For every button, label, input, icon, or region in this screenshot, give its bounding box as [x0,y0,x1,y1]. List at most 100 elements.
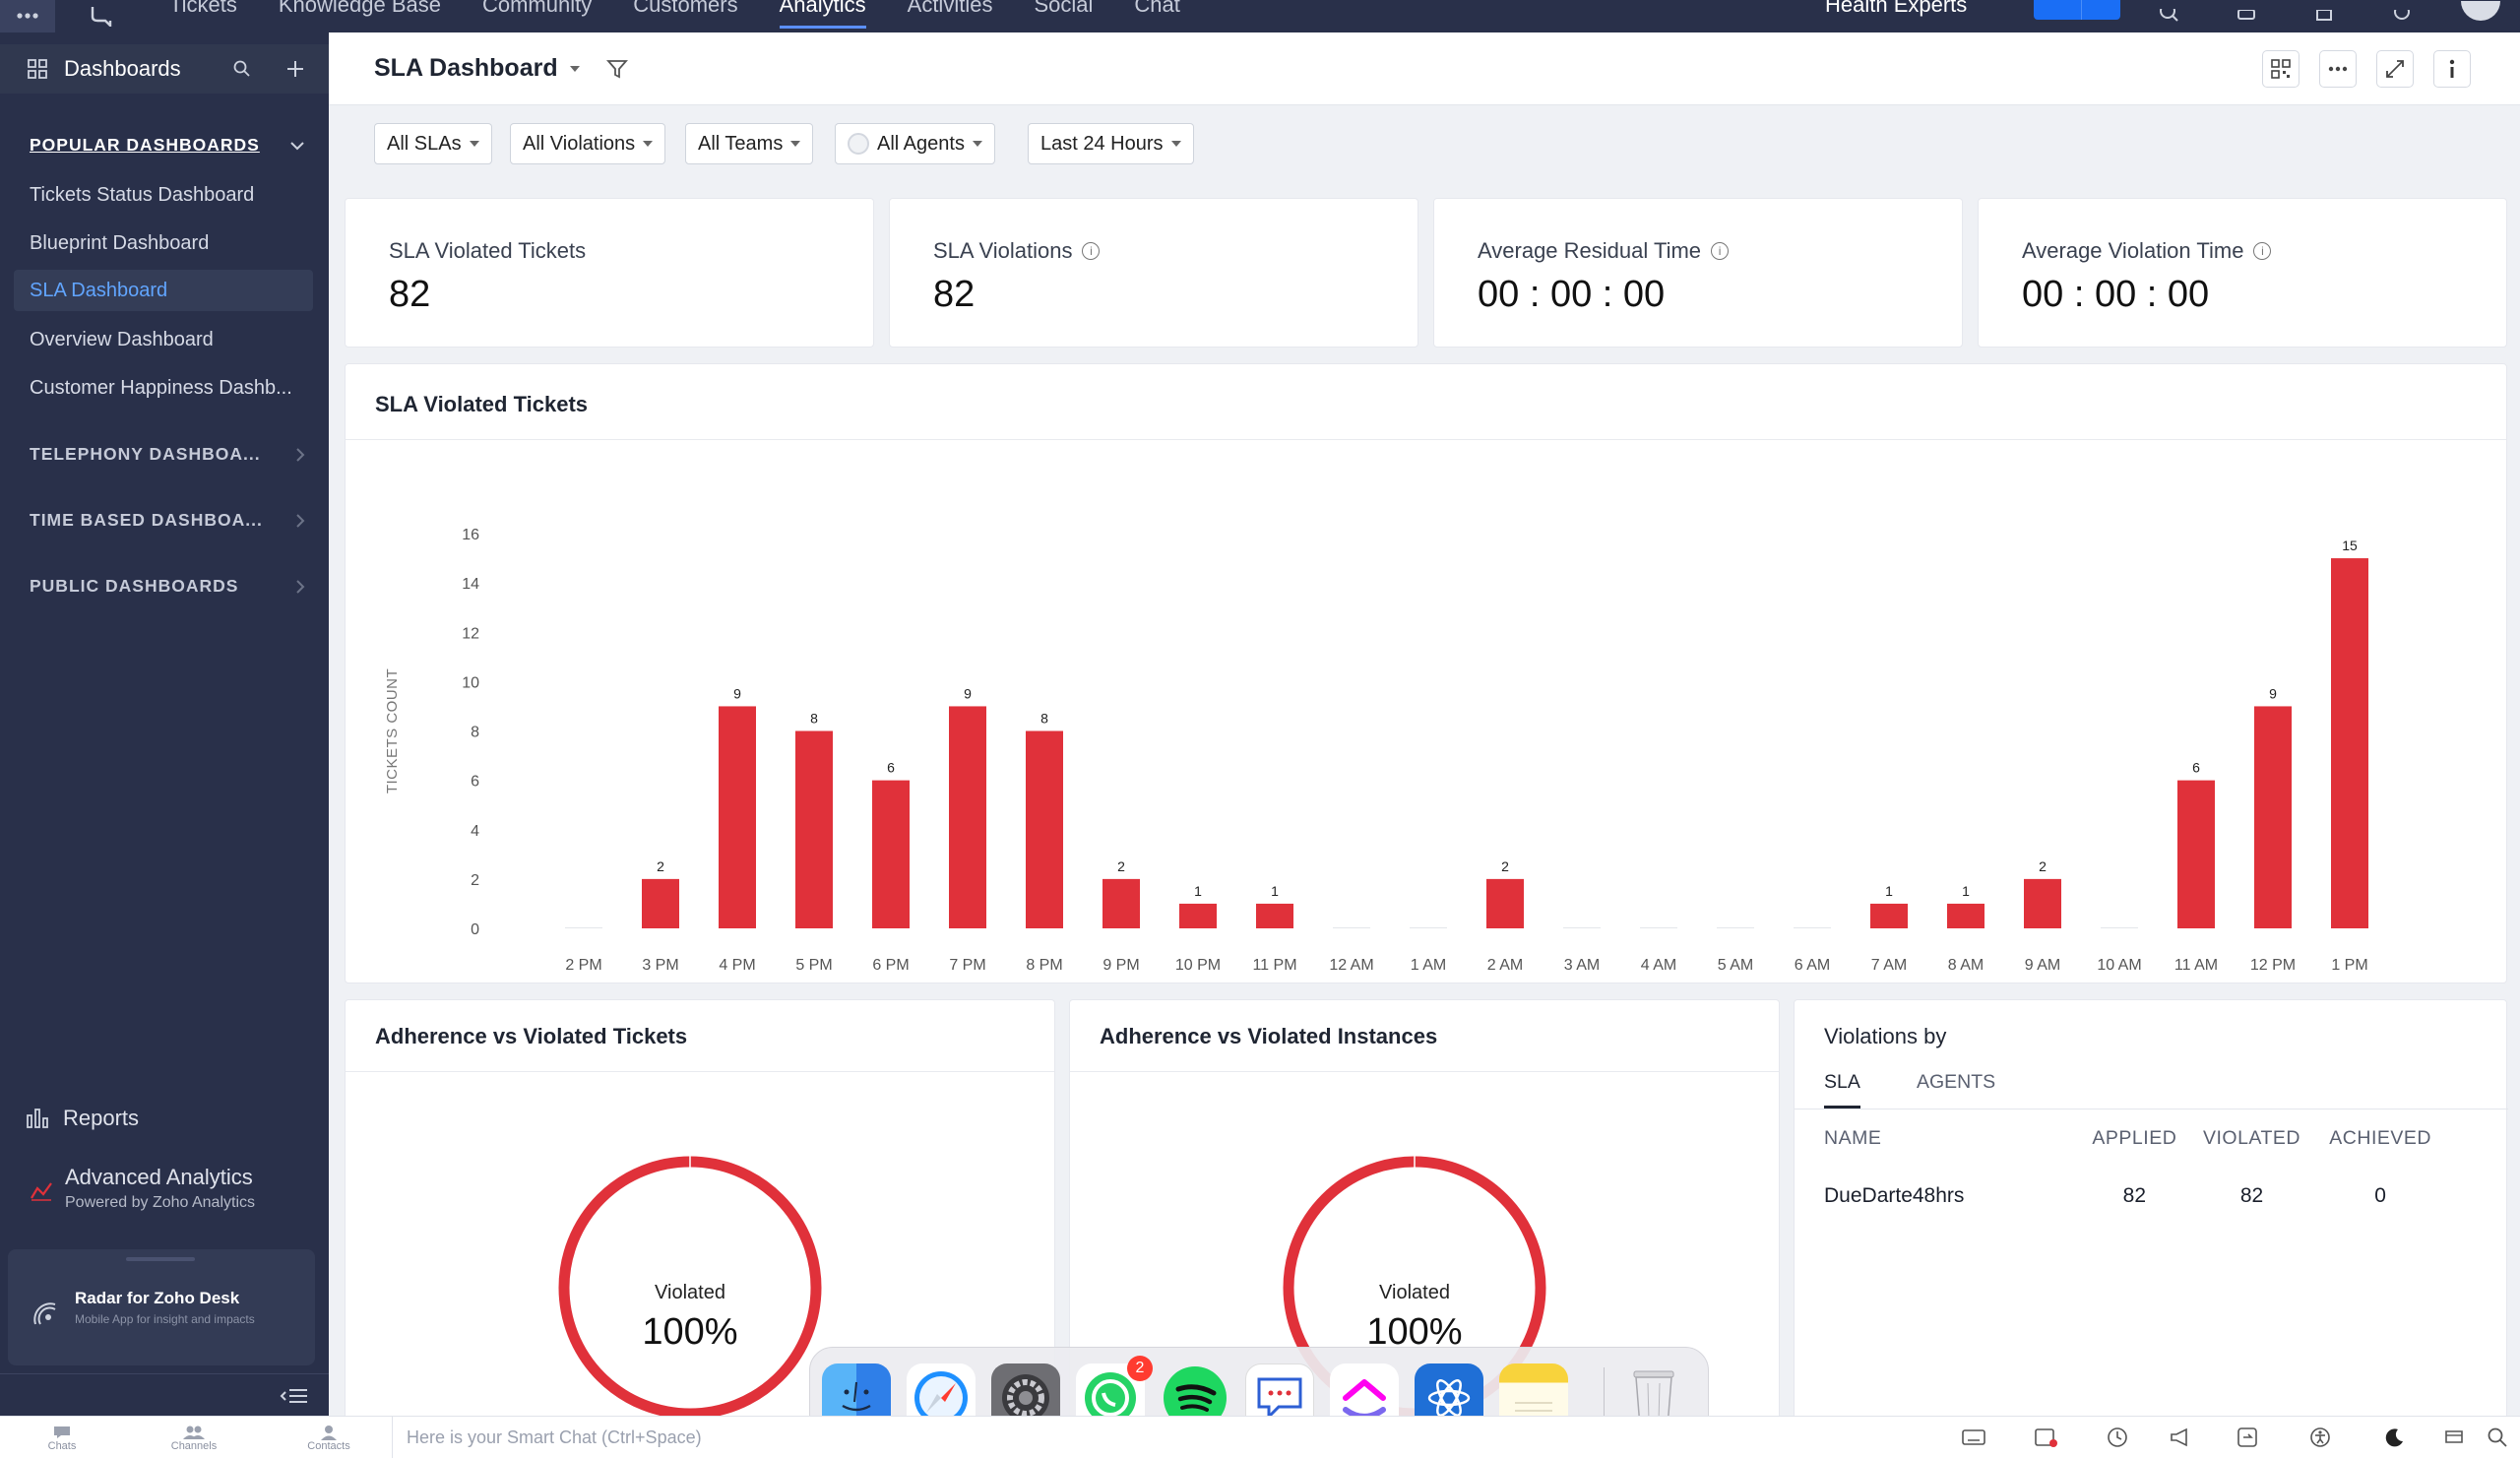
info-button[interactable] [2433,50,2471,88]
announcement-icon[interactable] [2168,1425,2193,1450]
info-icon[interactable]: i [1711,242,1730,260]
qr-code-button[interactable] [2262,50,2300,88]
y-tick-label: 8 [471,725,479,741]
bar-value-label: 2 [1117,858,1125,874]
agents-filter[interactable]: All Agents [835,123,995,164]
settings-icon[interactable] [2385,0,2419,32]
info-icon[interactable]: i [1082,242,1101,260]
kpi-card-avg-violation-time[interactable]: Average Violation Time i 00 : 00 : 00 [1978,198,2507,348]
public-dashboards-section[interactable]: PUBLIC DASHBOARDS [30,576,305,597]
desk-logo-icon[interactable] [83,0,122,32]
bar-chart-icon [27,1109,48,1128]
x-tick-label: 2 PM [565,957,601,974]
department-selector[interactable]: Health Experts [1825,0,1967,18]
caret-down-icon [569,65,580,72]
x-tick-label: 7 PM [949,957,985,974]
clock-icon[interactable] [2105,1425,2130,1450]
channels-button[interactable]: Channels [161,1417,226,1458]
app-grid-icon[interactable] [0,0,55,32]
transfer-icon[interactable] [2235,1425,2260,1450]
x-tick-label: 6 AM [1795,957,1830,974]
bar-value-label: 15 [2342,538,2358,553]
accessibility-icon[interactable] [2307,1425,2333,1450]
x-tick-label: 3 AM [1564,957,1600,974]
card-title: Adherence vs Violated Instances [1100,1024,1438,1048]
kpi-card-avg-residual-time[interactable]: Average Residual Time i 00 : 00 : 00 [1433,198,1963,348]
add-dashboard-icon[interactable] [285,59,305,84]
kpi-card-violated-tickets[interactable]: SLA Violated Tickets 82 [345,198,874,348]
x-tick-label: 1 AM [1411,957,1446,974]
search-icon[interactable] [2152,0,2185,32]
tab-customers[interactable]: Customers [633,0,737,18]
sidebar-item-tickets-status[interactable]: Tickets Status Dashboard [30,184,254,207]
telephony-section[interactable]: TELEPHONY DASHBOA... [30,444,305,465]
notifications-icon[interactable] [2230,0,2263,32]
chevron-right-icon [296,447,305,462]
radar-promo-card[interactable]: Radar for Zoho Desk Mobile App for insig… [8,1249,315,1365]
bar [1794,927,1831,928]
violations-filter-label: All Violations [523,132,636,155]
y-tick-label: 6 [471,774,479,791]
contacts-button[interactable]: Contacts [296,1417,361,1458]
time-based-section[interactable]: TIME BASED DASHBOA... [30,510,305,531]
caret-down-icon [790,141,801,147]
y-tick-label: 10 [462,674,479,691]
new-item-button[interactable] [2034,0,2120,20]
tab-tickets[interactable]: Tickets [169,0,237,18]
collapse-sidebar-icon[interactable] [280,1386,309,1406]
tab-analytics[interactable]: Analytics [779,0,866,29]
radar-subtitle: Mobile App for insight and impacts [75,1312,255,1326]
x-tick-label: 10 PM [1175,957,1221,974]
violated-cell: 82 [2239,1184,2264,1207]
tab-chat[interactable]: Chat [1134,0,1179,18]
info-icon[interactable]: i [2253,242,2272,260]
popular-dashboards-section[interactable]: POPULAR DASHBOARDS [30,135,305,156]
sidebar-search-icon[interactable] [232,59,252,84]
column-header[interactable]: NAME [1824,1116,2080,1160]
reports-link[interactable]: Reports [26,1106,139,1131]
bar [1026,730,1063,928]
marketplace-icon[interactable] [2307,0,2341,32]
fullscreen-button[interactable] [2376,50,2414,88]
avatar[interactable] [2459,0,2502,32]
y-tick-label: 0 [471,921,479,938]
bar [1410,927,1447,928]
dark-mode-icon[interactable] [2382,1425,2408,1450]
smart-chat-input[interactable]: Here is your Smart Chat (Ctrl+Space) [407,1427,702,1448]
more-options-button[interactable] [2319,50,2357,88]
sidebar-item-overview[interactable]: Overview Dashboard [30,329,214,351]
agent-avatar-icon [848,133,869,155]
achieved-cell: 0 [2374,1184,2386,1207]
column-header[interactable]: ACHIEVED [2314,1116,2446,1160]
time-range-filter[interactable]: Last 24 Hours [1028,123,1194,164]
column-header[interactable]: APPLIED [2080,1116,2189,1160]
dashboard-title-selector[interactable]: SLA Dashboard [374,54,580,83]
teams-filter[interactable]: All Teams [685,123,814,164]
feedback-icon[interactable] [2441,1425,2467,1450]
bar [1102,878,1140,928]
x-tick-label: 12 AM [1329,957,1373,974]
column-header[interactable]: VIOLATED [2189,1116,2315,1160]
tab-community[interactable]: Community [482,0,592,18]
tab-knowledge-base[interactable]: Knowledge Base [279,0,441,18]
keyboard-icon[interactable] [1961,1425,1986,1450]
chats-button[interactable]: Chats [30,1417,94,1458]
tab-activities[interactable]: Activities [908,0,993,18]
sidebar-item-sla-dashboard[interactable]: SLA Dashboard [14,270,313,311]
x-tick-label: 2 AM [1487,957,1523,974]
bar-value-label: 1 [1194,883,1202,899]
tab-sla[interactable]: SLA [1824,1071,1860,1109]
table-row[interactable]: DueDarte48hrs 82 82 0 [1824,1160,2446,1233]
sidebar-item-blueprint[interactable]: Blueprint Dashboard [30,232,209,255]
calendar-alert-icon[interactable] [2034,1425,2059,1450]
sla-filter[interactable]: All SLAs [374,123,492,164]
sidebar-item-customer-happiness[interactable]: Customer Happiness Dashb... [30,377,292,400]
kpi-card-sla-violations[interactable]: SLA Violations i 82 [889,198,1418,348]
filter-icon[interactable] [606,58,628,80]
caret-down-icon [972,141,982,147]
time-range-filter-label: Last 24 Hours [1040,132,1164,155]
violations-filter[interactable]: All Violations [510,123,666,164]
global-search-icon[interactable] [2485,1425,2510,1450]
tab-agents[interactable]: AGENTS [1917,1071,1995,1094]
tab-social[interactable]: Social [1034,0,1093,18]
